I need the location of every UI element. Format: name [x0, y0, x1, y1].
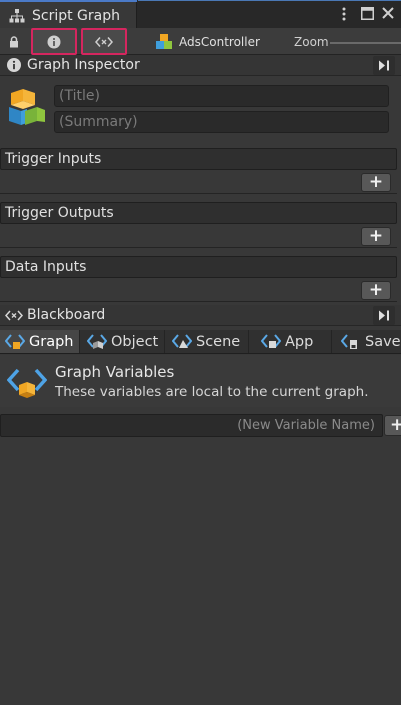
trigger-inputs-title: Trigger Inputs: [5, 151, 102, 167]
blackboard-toggle-button[interactable]: [81, 28, 127, 55]
tab-saved-label: Saved: [365, 334, 401, 350]
data-inputs-list: +: [0, 279, 397, 302]
close-icon[interactable]: [382, 7, 394, 19]
info-icon: [7, 58, 21, 72]
tab-graph[interactable]: Graph: [0, 330, 80, 353]
graph-inspector-toggle-button[interactable]: [31, 28, 77, 55]
window-tab-strip: Script Graph: [0, 0, 401, 28]
tab-app[interactable]: App: [250, 330, 332, 353]
add-trigger-output-button[interactable]: +: [361, 227, 391, 246]
app-variables-icon: [261, 334, 281, 348]
maximize-icon[interactable]: [361, 7, 374, 20]
scene-variables-icon: [172, 334, 192, 348]
blackboard-tabs: Graph Object Scene App Saved: [0, 330, 401, 354]
graph-toolbar: AdsController Zoom: [0, 28, 401, 55]
blackboard-title: Blackboard: [27, 307, 106, 323]
add-trigger-input-button[interactable]: +: [361, 173, 391, 192]
tab-strip-accent: [138, 0, 401, 1]
target-object-name: AdsController: [179, 35, 260, 49]
graph-variables-header: Graph Variables These variables are loca…: [0, 355, 401, 407]
panel-collapse-icon: [379, 60, 389, 71]
blackboard-collapse-button[interactable]: [373, 306, 395, 325]
variables-icon: [95, 36, 113, 47]
trigger-outputs-title: Trigger Outputs: [5, 205, 114, 221]
trigger-inputs-list: +: [0, 171, 397, 194]
graph-inspector-collapse-button[interactable]: [373, 56, 395, 75]
add-variable-button[interactable]: +: [384, 415, 401, 436]
trigger-inputs-section: Trigger Inputs: [0, 148, 397, 170]
blackboard-header: Blackboard: [0, 305, 401, 326]
new-variable-field[interactable]: [0, 414, 383, 437]
hierarchy-icon: [9, 9, 25, 23]
new-variable-name-input[interactable]: [1, 415, 382, 436]
graph-title-input[interactable]: [55, 86, 388, 106]
window-tab-script-graph[interactable]: Script Graph: [0, 0, 137, 28]
tab-object[interactable]: Object: [81, 330, 165, 353]
saved-variables-icon: [341, 334, 357, 349]
graph-summary-input[interactable]: [55, 112, 388, 132]
data-inputs-title: Data Inputs: [5, 259, 87, 275]
add-data-input-button[interactable]: +: [361, 281, 391, 300]
graph-summary-field[interactable]: [54, 111, 389, 133]
object-variables-icon: [87, 334, 107, 349]
tab-app-label: App: [285, 334, 314, 350]
variables-icon: [5, 310, 23, 321]
trigger-outputs-section: Trigger Outputs: [0, 202, 397, 224]
tab-scene[interactable]: Scene: [166, 330, 249, 353]
target-object-button[interactable]: AdsController: [155, 32, 260, 52]
tab-saved[interactable]: Saved: [333, 330, 401, 353]
lock-icon[interactable]: [9, 36, 19, 48]
graph-title-field[interactable]: [54, 85, 389, 107]
window-tab-title: Script Graph: [32, 8, 120, 24]
more-options-icon[interactable]: [341, 7, 347, 21]
graph-variables-icon: [7, 368, 47, 398]
info-icon: [47, 35, 61, 48]
graph-inspector-header: Graph Inspector: [0, 55, 401, 76]
script-machine-icon: [156, 34, 172, 49]
data-inputs-section: Data Inputs: [0, 256, 397, 278]
script-graph-asset-icon: [9, 89, 45, 125]
tab-graph-label: Graph: [29, 334, 74, 350]
graph-inspector-body: [0, 77, 401, 140]
zoom-label: Zoom: [294, 35, 329, 49]
panel-collapse-icon: [379, 310, 389, 321]
graph-variables-icon: [5, 334, 25, 349]
active-tab-indicator: [0, 0, 137, 2]
zoom-slider[interactable]: [330, 42, 401, 44]
tab-scene-label: Scene: [196, 334, 241, 350]
trigger-outputs-list: +: [0, 225, 397, 248]
graph-variables-description: These variables are local to the current…: [55, 384, 369, 400]
tab-object-label: Object: [111, 334, 159, 350]
graph-inspector-title: Graph Inspector: [27, 57, 140, 73]
graph-variables-title: Graph Variables: [55, 363, 175, 381]
